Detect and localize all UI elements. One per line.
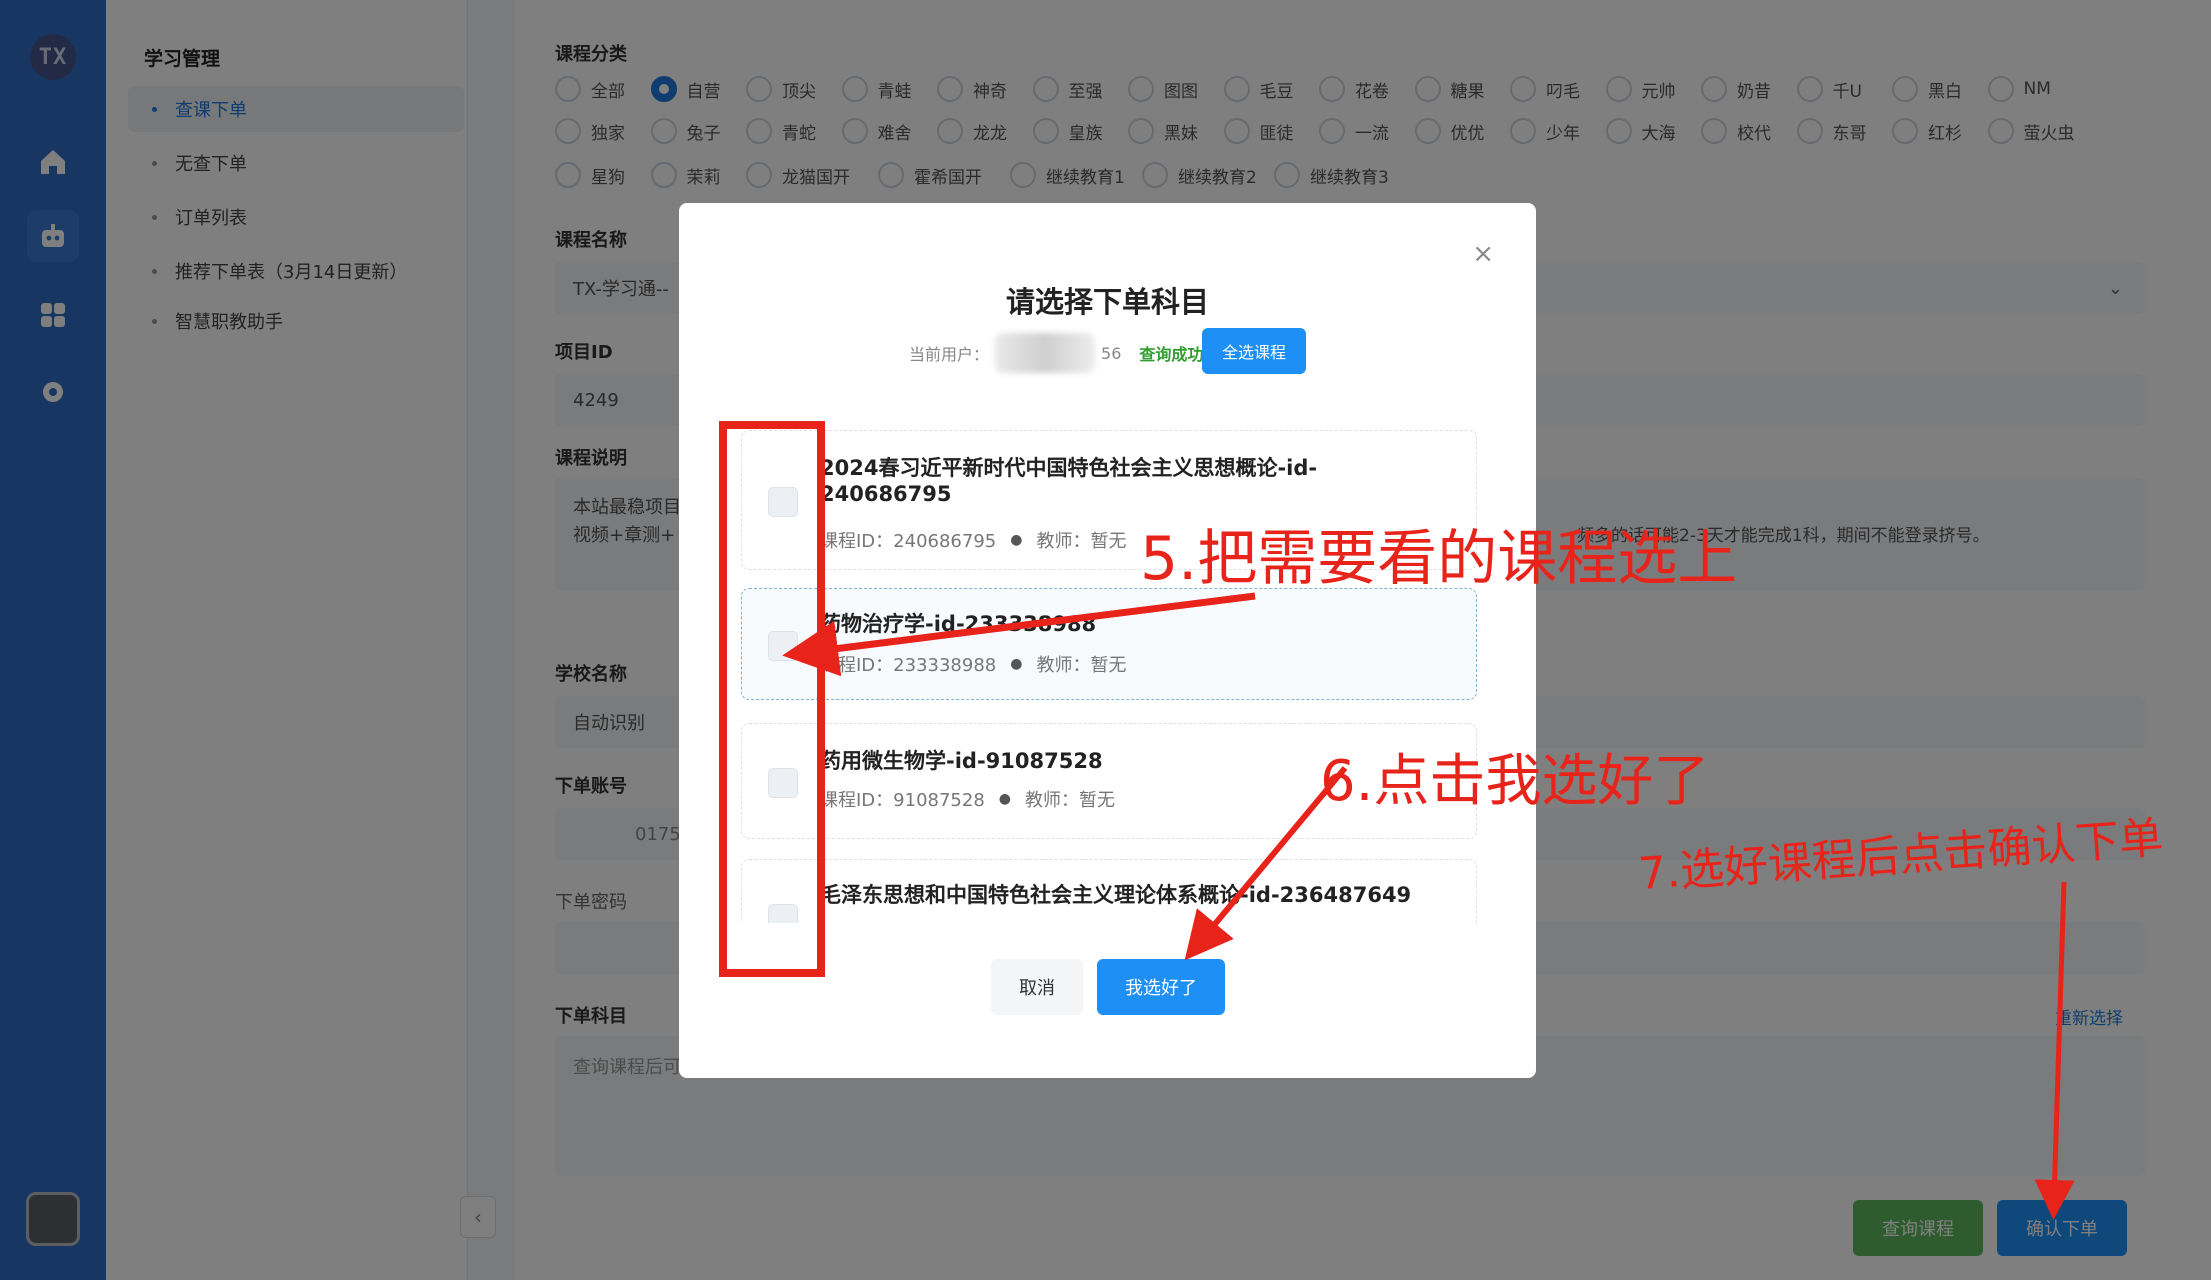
annotation-arrows: [719, 421, 2075, 1220]
arrow-to-checkbox: [782, 592, 1256, 677]
annotation-step5: 5.把需要看的课程选上: [1140, 524, 1738, 594]
annotation-step6: 6.点击我选好了: [1320, 749, 1710, 814]
arrow-to-order-button: [2034, 881, 2075, 1220]
checkbox-highlight-box: [719, 421, 825, 977]
